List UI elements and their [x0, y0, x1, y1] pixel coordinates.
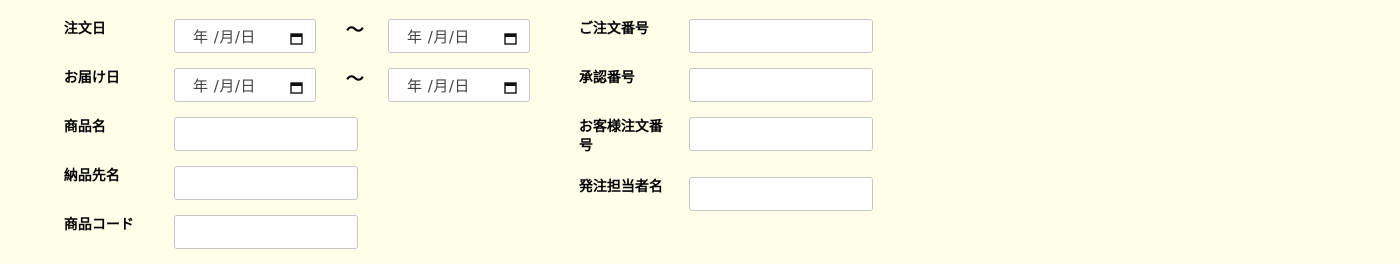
calendar-icon[interactable]: [504, 79, 517, 94]
delivery-destination-label: 納品先名: [64, 168, 120, 184]
customer-order-number-label-line1: お客様注文番: [579, 119, 663, 135]
delivery-date-range-separator: 〜: [346, 69, 364, 90]
order-date-to-input[interactable]: 年 /月/日: [388, 19, 530, 53]
approval-number-input[interactable]: [689, 68, 873, 102]
order-date-from-input[interactable]: 年 /月/日: [174, 19, 316, 53]
order-date-to-text: 年 /月/日: [407, 27, 470, 46]
calendar-icon[interactable]: [290, 30, 303, 45]
order-date-label: 注文日: [64, 21, 106, 37]
delivery-date-from-text: 年 /月/日: [193, 76, 256, 95]
delivery-date-to-input[interactable]: 年 /月/日: [388, 68, 530, 102]
calendar-icon[interactable]: [290, 79, 303, 94]
customer-order-number-label-line2: 号: [579, 138, 593, 154]
order-staff-name-input[interactable]: [689, 177, 873, 211]
customer-order-number-input[interactable]: [689, 117, 873, 151]
delivery-destination-input[interactable]: [174, 166, 358, 200]
delivery-date-label: お届け日: [64, 70, 120, 86]
order-number-label: ご注文番号: [579, 21, 649, 37]
delivery-date-from-input[interactable]: 年 /月/日: [174, 68, 316, 102]
product-name-label: 商品名: [64, 119, 106, 135]
calendar-icon[interactable]: [504, 30, 517, 45]
approval-number-label: 承認番号: [579, 70, 635, 86]
order-staff-name-label: 発注担当者名: [579, 179, 663, 195]
product-code-label: 商品コード: [64, 217, 134, 233]
product-code-input[interactable]: [174, 215, 358, 249]
order-date-range-separator: 〜: [346, 20, 364, 41]
delivery-date-to-text: 年 /月/日: [407, 76, 470, 95]
customer-order-number-label: お客様注文番 号: [579, 118, 663, 156]
order-number-input[interactable]: [689, 19, 873, 53]
order-date-from-text: 年 /月/日: [193, 27, 256, 46]
product-name-input[interactable]: [174, 117, 358, 151]
